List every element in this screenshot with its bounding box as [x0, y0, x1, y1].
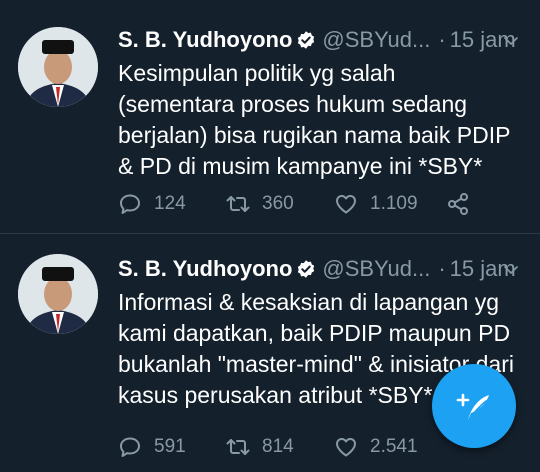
retweet-icon: [226, 439, 250, 455]
like-button[interactable]: 2.541: [334, 433, 418, 461]
display-name[interactable]: S. B. Yudhoyono: [118, 256, 292, 281]
compose-tweet-button[interactable]: [432, 364, 516, 448]
reply-icon: [120, 194, 140, 214]
tweet-text: Kesimpulan politik yg salah (sementara p…: [118, 60, 511, 179]
reply-count: 124: [154, 193, 186, 214]
like-count: 1.109: [370, 193, 418, 214]
retweet-button[interactable]: 360: [226, 190, 294, 218]
tweet-content: S. B. Yudhoyono @SBYud... · 15 jam Kesimpul…: [118, 26, 526, 215]
verified-badge-icon: [298, 260, 315, 278]
timeline: S. B. Yudhoyono @SBYud... · 15 jam Kesimpul…: [0, 0, 540, 472]
verified-badge-icon: [298, 31, 315, 49]
separator-dot: ·: [438, 27, 446, 52]
separator-dot: ·: [438, 256, 446, 281]
retweet-count: 360: [262, 193, 294, 214]
reply-button[interactable]: 124: [118, 190, 186, 218]
handle[interactable]: @SBYud...: [322, 256, 430, 281]
tweet-header: S. B. Yudhoyono @SBYud... · 15 jam: [118, 26, 526, 56]
display-name[interactable]: S. B. Yudhoyono: [118, 27, 292, 52]
tweet[interactable]: S. B. Yudhoyono @SBYud... · 15 jam Kesimpul…: [0, 0, 540, 234]
handle[interactable]: @SBYud...: [322, 27, 430, 52]
share-button[interactable]: [446, 190, 470, 218]
chevron-down-icon[interactable]: [502, 261, 520, 279]
reply-button[interactable]: 591: [118, 433, 186, 461]
like-button[interactable]: 1.109: [334, 190, 418, 218]
tweet-actions: 124 360 1.109: [118, 190, 498, 218]
retweet-icon: [226, 196, 250, 212]
retweet-count: 814: [262, 436, 294, 457]
heart-icon: [336, 438, 356, 457]
compose-tweet-icon: [456, 393, 489, 420]
tweet-actions: 591 814 2.541: [118, 433, 498, 461]
retweet-button[interactable]: 814: [226, 433, 294, 461]
tweet-header: S. B. Yudhoyono @SBYud... · 15 jam: [118, 255, 526, 285]
avatar[interactable]: [18, 254, 98, 334]
reply-icon: [120, 437, 140, 457]
heart-icon: [336, 195, 356, 214]
reply-count: 591: [154, 436, 186, 457]
avatar[interactable]: [18, 27, 98, 107]
chevron-down-icon[interactable]: [502, 32, 520, 50]
like-count: 2.541: [370, 436, 418, 457]
share-icon: [448, 193, 468, 215]
